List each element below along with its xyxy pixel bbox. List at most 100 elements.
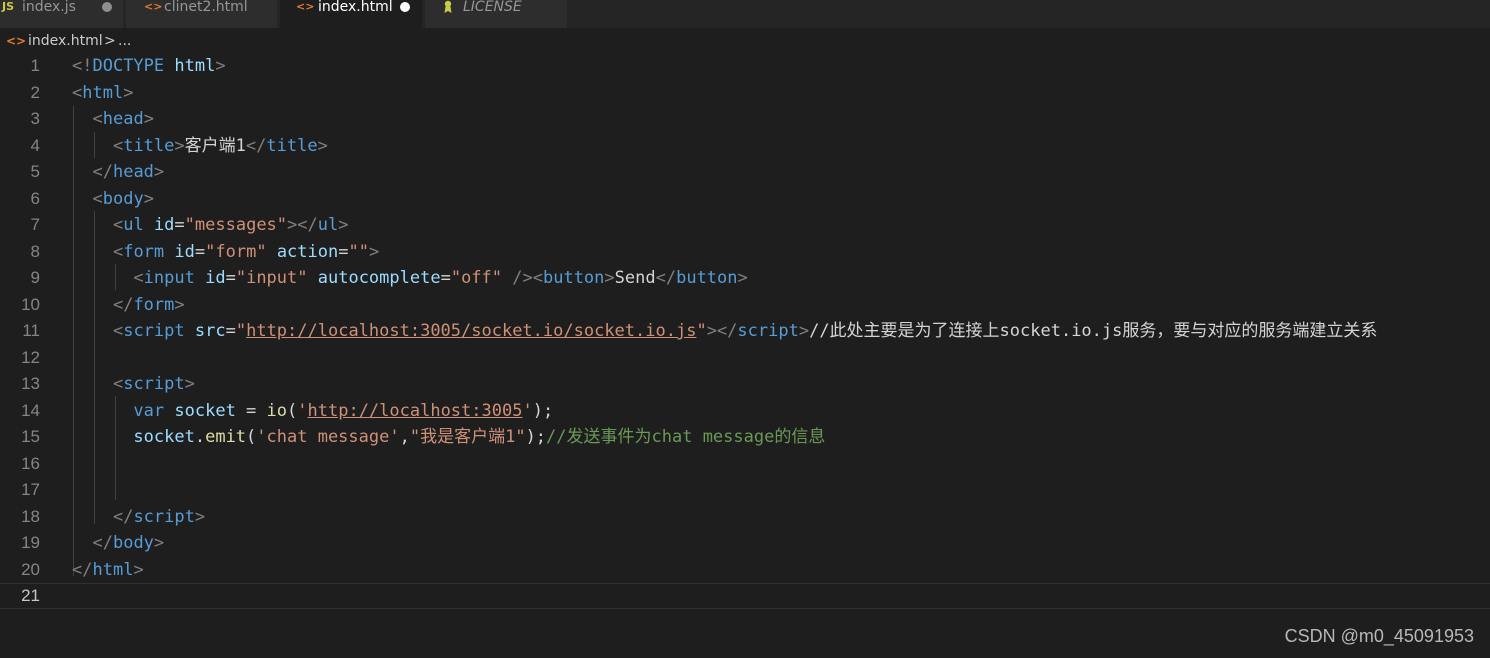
code-line[interactable]: 6 <body> xyxy=(0,186,1490,212)
code-line[interactable]: 5 </head> xyxy=(0,159,1490,185)
code-line[interactable]: 9 <input id="input" autocomplete="off" /… xyxy=(0,265,1490,291)
line-number[interactable]: 8 xyxy=(0,239,40,265)
code-line[interactable]: 2 <html> xyxy=(0,80,1490,106)
code-content: <title>客户端1</title> xyxy=(72,133,328,159)
line-number[interactable]: 19 xyxy=(0,530,40,556)
line-number[interactable]: 1 xyxy=(0,53,40,79)
code-line[interactable]: 13 <script> xyxy=(0,371,1490,397)
code-token: > xyxy=(184,374,195,394)
code-token: emit xyxy=(205,427,247,447)
code-token: < xyxy=(133,268,144,288)
line-number[interactable]: 2 xyxy=(0,80,40,106)
code-line[interactable]: 12 xyxy=(0,345,1490,371)
tab-label: LICENSE xyxy=(463,0,522,15)
code-line[interactable]: 10 </form> xyxy=(0,292,1490,318)
line-number[interactable]: 4 xyxy=(0,133,40,159)
line-number[interactable]: 5 xyxy=(0,159,40,185)
line-number[interactable]: 15 xyxy=(0,424,40,450)
code-line[interactable]: 20 </html> xyxy=(0,557,1490,583)
code-token: head xyxy=(112,162,154,182)
code-line[interactable]: 3 <head> xyxy=(0,106,1490,132)
license-file-icon xyxy=(441,0,455,14)
line-number[interactable]: 13 xyxy=(0,371,40,397)
code-token: html xyxy=(174,56,216,76)
line-number[interactable]: 21 xyxy=(0,584,40,608)
code-line[interactable]: 21 xyxy=(0,583,1490,609)
line-number[interactable]: 3 xyxy=(0,106,40,132)
code-token: ); xyxy=(525,427,547,447)
line-number[interactable]: 20 xyxy=(0,557,40,583)
tab-license[interactable]: LICENSE xyxy=(425,0,568,28)
line-number[interactable]: 10 xyxy=(0,292,40,318)
code-token: "off" xyxy=(450,268,503,288)
code-token: < xyxy=(92,189,103,209)
tab-clinet2-html[interactable]: <> clinet2.html xyxy=(126,0,278,28)
code-content: </script> xyxy=(72,504,205,530)
code-token: "input" xyxy=(235,268,308,288)
code-token: id xyxy=(153,215,175,235)
code-token: ></ xyxy=(706,321,738,341)
line-number[interactable]: 18 xyxy=(0,504,40,530)
code-token: > xyxy=(153,162,165,182)
code-token: action xyxy=(276,242,339,262)
code-token: button xyxy=(542,268,605,288)
line-number[interactable]: 14 xyxy=(0,398,40,424)
code-line[interactable]: 15 socket.emit('chat message',"我是客户端1");… xyxy=(0,424,1490,450)
breadcrumb-file[interactable]: index.html xyxy=(28,30,103,52)
code-token: </ xyxy=(72,560,93,580)
code-token: = xyxy=(225,268,236,288)
code-token: > xyxy=(798,321,810,341)
tab-label: clinet2.html xyxy=(164,0,248,15)
line-number[interactable]: 6 xyxy=(0,186,40,212)
code-editor[interactable]: 1 <!DOCTYPE html> 2 <html> 3 <head> 4 <title>… xyxy=(0,53,1490,609)
line-number[interactable]: 11 xyxy=(0,318,40,344)
code-token: body xyxy=(112,533,154,553)
code-token: socket xyxy=(174,401,236,421)
code-token: < xyxy=(72,83,83,103)
code-line[interactable]: 4 <title>客户端1</title> xyxy=(0,133,1490,159)
code-line[interactable]: 11 <script src="http://localhost:3005/so… xyxy=(0,318,1490,344)
chevron-right-icon: > xyxy=(104,33,116,49)
tab-index-html[interactable]: <> index.html xyxy=(280,0,423,28)
code-line[interactable]: 17 xyxy=(0,477,1490,503)
breadcrumb-more[interactable]: ... xyxy=(118,30,131,52)
unsaved-dot-icon[interactable] xyxy=(400,2,410,12)
line-number[interactable]: 16 xyxy=(0,451,40,477)
line-number[interactable]: 12 xyxy=(0,345,40,371)
unsaved-dot-icon[interactable] xyxy=(102,2,112,12)
code-content: </head> xyxy=(72,159,164,185)
code-line[interactable]: 7 <ul id="messages"></ul> xyxy=(0,212,1490,238)
code-line[interactable]: 8 <form id="form" action=""> xyxy=(0,239,1490,265)
breadcrumb: <> index.html > ... xyxy=(0,30,1490,52)
code-content: <!DOCTYPE html> xyxy=(72,53,226,79)
code-token: />< xyxy=(512,268,543,288)
editor-tab-bar: JS index.js <> clinet2.html <> index.htm… xyxy=(0,0,1490,28)
code-token: ); xyxy=(532,401,554,421)
code-token: autocomplete xyxy=(317,268,441,288)
code-token: ' xyxy=(297,401,308,421)
line-number[interactable]: 17 xyxy=(0,477,40,503)
code-token: < xyxy=(112,321,124,341)
code-line[interactable]: 1 <!DOCTYPE html> xyxy=(0,53,1490,79)
code-line[interactable]: 19 </body> xyxy=(0,530,1490,556)
line-number[interactable]: 9 xyxy=(0,265,40,291)
code-token: body xyxy=(102,189,144,209)
tab-index-js[interactable]: JS index.js xyxy=(0,0,124,28)
code-token: > xyxy=(317,136,328,156)
line-number[interactable]: 7 xyxy=(0,212,40,238)
code-token: . xyxy=(194,427,206,447)
code-content: </form> xyxy=(72,292,185,318)
code-line[interactable]: 16 xyxy=(0,451,1490,477)
code-line[interactable]: 14 var socket = io('http://localhost:300… xyxy=(0,398,1490,424)
code-token: < xyxy=(112,374,124,394)
code-line[interactable]: 18 </script> xyxy=(0,504,1490,530)
